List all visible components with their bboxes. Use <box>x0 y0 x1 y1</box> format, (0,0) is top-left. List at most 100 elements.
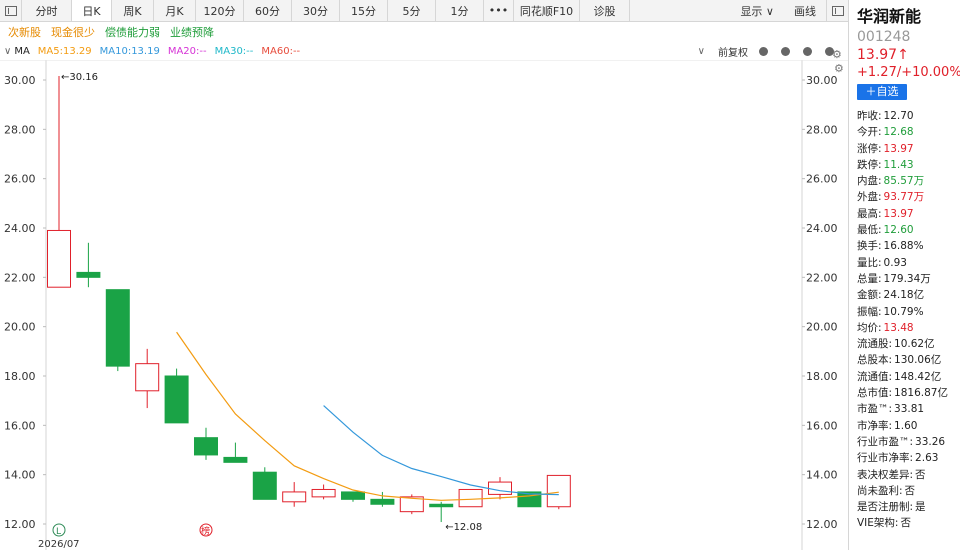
add-watchlist-button[interactable]: ＋自选 <box>857 84 907 100</box>
ma10-line <box>323 405 559 496</box>
kline-chart[interactable]: 12.00 12.00 14.00 14.00 16.00 16.00 18.00 18.00… <box>0 60 848 550</box>
stat-row: 流通股: 10.62亿 <box>857 336 960 352</box>
candle-body[interactable] <box>76 271 101 278</box>
tab-60min[interactable]: 60分 <box>244 0 292 21</box>
stat-label: 行业市盈™: <box>857 435 914 448</box>
y-tick-label-right: 12.00 <box>806 518 838 531</box>
ma20-value: MA20:-- <box>167 45 207 57</box>
tab-monthly-k[interactable]: 月K <box>154 0 196 21</box>
ma-collapse-icon[interactable]: ∨ <box>4 46 11 57</box>
candle-body[interactable] <box>135 363 160 392</box>
candle-body[interactable] <box>164 375 189 424</box>
y-tick-label-right: 16.00 <box>806 419 838 432</box>
display-menu-button[interactable]: 显示 ∨ <box>730 3 784 19</box>
stat-row: 今开: 12.68 <box>857 124 960 140</box>
zoom-out-icon[interactable] <box>759 46 768 56</box>
y-tick-label-right: 30.00 <box>806 74 838 87</box>
listing-marker-text: L <box>56 527 61 537</box>
tag-weak-solvency[interactable]: 偿债能力弱 <box>105 24 160 40</box>
adjust-dropdown-icon[interactable]: ∨ <box>698 46 705 57</box>
ranking-marker-text: 榜 <box>201 525 210 537</box>
tag-low-cash[interactable]: 现金很少 <box>51 24 95 40</box>
stat-value: 12.70 <box>883 110 914 122</box>
stat-value: 179.34万 <box>883 272 931 285</box>
y-tick-label-left: 18.00 <box>4 370 36 383</box>
candle-body[interactable] <box>488 481 512 495</box>
stat-value: 否 <box>915 468 926 481</box>
stat-value: 33.81 <box>894 403 925 416</box>
stat-row: 总市值: 1816.87亿 <box>857 385 960 401</box>
stat-row: 行业市净率: 2.63 <box>857 450 960 466</box>
tab-15min[interactable]: 15分 <box>340 0 388 21</box>
period-toolbar: 分时 日K 周K 月K 120分 60分 30分 15分 5分 1分 ••• 同花顺F10 诊股 显示 … <box>0 0 848 22</box>
stat-row: 换手: 16.88% <box>857 238 960 254</box>
stat-value: 否 <box>904 484 916 497</box>
candle-body[interactable] <box>370 498 395 505</box>
stat-row: 市净率: 1.60 <box>857 418 960 434</box>
adjust-mode[interactable]: 前复权 <box>718 44 748 59</box>
stat-label: 总股本: <box>857 354 893 367</box>
y-tick-label-left: 22.00 <box>4 271 36 284</box>
tab-1min[interactable]: 1分 <box>436 0 484 21</box>
low-price-label: ←12.08 <box>445 522 482 533</box>
candle-body[interactable] <box>105 289 130 367</box>
candle-body[interactable] <box>341 491 365 500</box>
stat-row: 跌停: 11.43 <box>857 157 960 173</box>
stat-label: 涨停: <box>857 142 882 155</box>
stat-row: 市盈™: 33.81 <box>857 401 960 417</box>
stat-label: 今开: <box>857 126 882 139</box>
zoom-in-icon[interactable] <box>781 46 790 56</box>
ma-legend: ∨ MA MA5:13.29 MA10:13.19 MA20:-- MA30:-… <box>0 42 848 60</box>
tag-new-stock[interactable]: 次新股 <box>8 24 41 40</box>
stat-row: 尚未盈利: 否 <box>857 483 960 499</box>
tag-earnings-decline[interactable]: 业绩预降 <box>170 24 214 40</box>
ma-label[interactable]: MA <box>14 46 29 57</box>
stat-row: 总量: 179.34万 <box>857 271 960 287</box>
tab-daily-k[interactable]: 日K <box>72 0 112 21</box>
stat-row: 量比: 0.93 <box>857 255 960 271</box>
stat-value: 10.79% <box>883 305 924 318</box>
candle-body[interactable] <box>311 488 336 498</box>
candle-body[interactable] <box>223 456 248 463</box>
stat-value: 是 <box>915 501 926 514</box>
panel-toggle-icon[interactable] <box>826 0 848 21</box>
scroll-left-icon[interactable] <box>803 46 812 56</box>
stat-label: 均价: <box>857 321 882 334</box>
stat-value: 12.68 <box>883 126 914 139</box>
candle-body[interactable] <box>252 471 277 500</box>
sidebar-toggle-icon[interactable] <box>0 0 22 21</box>
draw-line-button[interactable]: 画线 <box>784 3 826 19</box>
candle-body[interactable] <box>194 437 218 456</box>
stat-row: 涨停: 13.97 <box>857 141 960 157</box>
y-tick-label-right: 14.00 <box>806 469 838 482</box>
stat-value: 否 <box>900 517 911 530</box>
tab-fenshi[interactable]: 分时 <box>22 0 72 21</box>
tab-5min[interactable]: 5分 <box>388 0 436 21</box>
stat-value: 13.97 <box>883 142 914 155</box>
stat-value: 2.63 <box>915 452 939 465</box>
tab-120min[interactable]: 120分 <box>196 0 244 21</box>
candle-body[interactable] <box>458 488 483 508</box>
stat-row: 内盘: 85.57万 <box>857 173 960 189</box>
quote-stats: 昨收: 12.70 今开: 12.68 涨停: 13.97 跌停: 11.43 内盘: 85.57… <box>857 108 960 532</box>
stat-value: 10.62亿 <box>894 338 935 351</box>
tab-30min[interactable]: 30分 <box>292 0 340 21</box>
quote-panel: 华润新能 001248 13.97↑ +1.27/+10.00% ＋自选 昨收:… <box>848 0 960 550</box>
candle-body[interactable] <box>546 474 571 508</box>
candle-body[interactable] <box>282 491 307 503</box>
stat-label: 振幅: <box>857 305 882 318</box>
stat-value: 13.48 <box>883 321 914 334</box>
ma30-value: MA30:-- <box>214 45 254 57</box>
scroll-right-icon[interactable] <box>825 46 834 56</box>
candle-body[interactable] <box>47 229 71 288</box>
tab-more[interactable]: ••• <box>484 0 514 21</box>
tab-f10[interactable]: 同花顺F10 <box>514 0 580 21</box>
tab-diagnose[interactable]: 诊股 <box>580 0 630 21</box>
y-tick-label-right: 24.00 <box>806 222 838 235</box>
high-price-label: ←30.16 <box>61 72 98 83</box>
candle-body[interactable] <box>429 503 454 508</box>
tab-weekly-k[interactable]: 周K <box>112 0 154 21</box>
stat-label: 表决权差异: <box>857 468 914 481</box>
stat-row: 流通值: 148.42亿 <box>857 369 960 385</box>
stat-label: 最高: <box>857 207 882 220</box>
